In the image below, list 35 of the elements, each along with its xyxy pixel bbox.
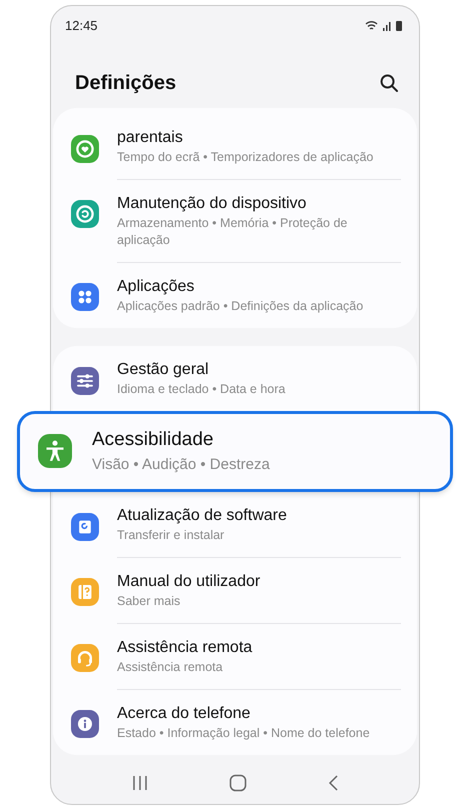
item-title: Gestão geral — [117, 360, 210, 380]
item-title: Acerca do telefone — [117, 704, 252, 724]
settings-item[interactable]: Manual do utilizador Saber mais — [117, 556, 401, 622]
item-title: Manual do utilizador — [117, 572, 262, 592]
item-subtitle: Tempo do ecrã • Temporizadores de aplicação — [117, 148, 374, 166]
search-icon[interactable] — [379, 72, 399, 92]
item-title: Atualização de software — [117, 506, 288, 526]
item-subtitle: Saber mais — [117, 592, 182, 610]
item-subtitle: Assistência remota — [117, 658, 224, 676]
settings-item[interactable]: Gestão geral Idioma e teclado • Data e hora — [117, 346, 401, 410]
item-subtitle: Idioma e teclado • Data e hora — [117, 380, 286, 398]
settings-item[interactable]: Assistência remota Assistência remota — [117, 622, 401, 688]
person-icon — [38, 434, 72, 468]
page-title: Definições — [75, 70, 176, 96]
item-title: Manutenção do dispositivo — [117, 194, 308, 214]
settings-item[interactable]: Acessibilidade Visão • Audição • Destreza — [17, 410, 453, 492]
recent-apps-icon[interactable] — [131, 775, 149, 791]
settings-item[interactable]: parentais Tempo do ecrã • Temporizadores de aplicação — [117, 114, 401, 178]
status-icons — [365, 20, 405, 32]
status-time: 12:45 — [65, 17, 98, 35]
item-subtitle: Aplicações padrão • Definições da aplicação — [117, 298, 364, 314]
item-subtitle: Armazenamento • Memória • Proteção de aplicação — [117, 214, 348, 248]
item-title: Acessibilidade — [92, 428, 214, 452]
item-subtitle: Visão • Audição • Destreza — [92, 455, 270, 475]
settings-item[interactable]: Aplicações Aplicações padrão • Definições da aplicação — [117, 262, 401, 328]
settings-item[interactable]: Acerca do telefone Estado • Informação legal • Nome do telefone — [117, 688, 401, 754]
item-subtitle: Estado • Informação legal • Nome do telefone — [117, 724, 371, 742]
back-icon[interactable] — [327, 774, 339, 792]
item-title: Aplicações — [117, 276, 196, 296]
home-icon[interactable] — [229, 774, 247, 792]
item-title: parentais — [117, 128, 184, 148]
item-title: Assistência remota — [117, 638, 254, 658]
item-subtitle: Transferir e instalar — [117, 526, 226, 544]
settings-item[interactable]: Manutenção do dispositivo Armazenamento • Memória • Proteção de aplicação — [117, 178, 401, 262]
settings-item[interactable]: Atualização de software Transferir e instalar — [117, 492, 401, 556]
